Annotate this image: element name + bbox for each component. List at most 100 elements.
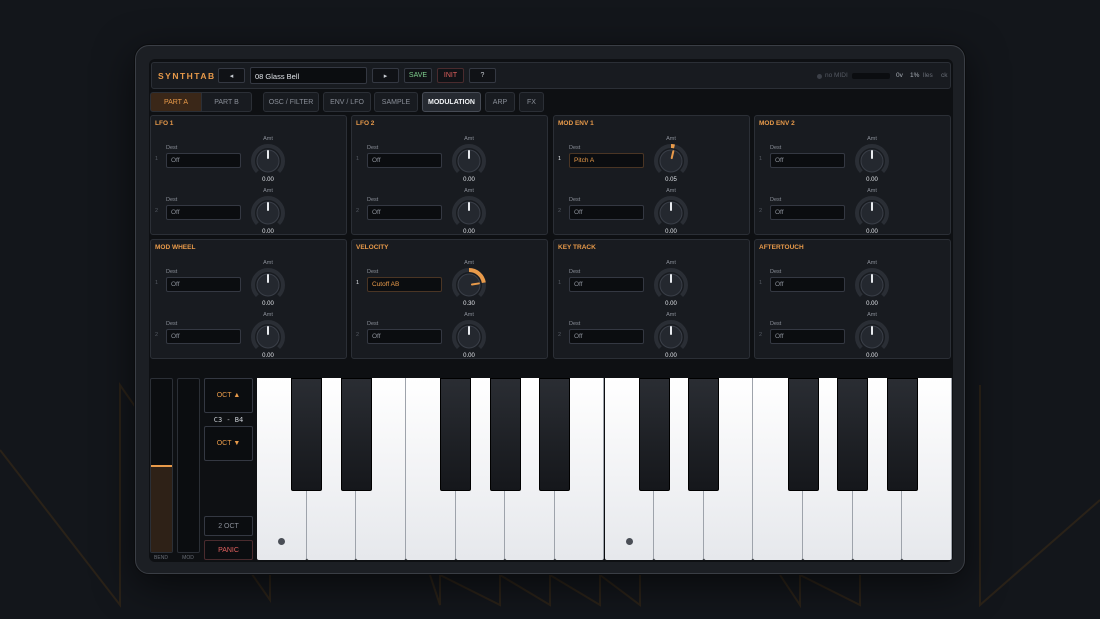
mod-slot: 1 Dest Off Amt 0.00	[352, 136, 549, 186]
slot-number: 1	[356, 156, 360, 162]
dest-label: Dest	[770, 321, 782, 327]
mod-slot: 1 Dest Pitch A Amt 0.05	[554, 136, 751, 186]
dest-select[interactable]: Off	[569, 205, 644, 220]
panic-button[interactable]: PANIC	[204, 540, 253, 560]
black-key[interactable]	[340, 378, 372, 491]
dest-label: Dest	[770, 269, 782, 275]
dest-label: Dest	[367, 145, 379, 151]
amount-knob[interactable]	[250, 266, 286, 302]
next-patch-button[interactable]: ▸	[372, 68, 399, 83]
dest-select[interactable]: Off	[770, 153, 845, 168]
tab-env-lfo[interactable]: ENV / LFO	[323, 92, 371, 112]
octave-span-button[interactable]: 2 OCT	[204, 516, 253, 536]
slot-number: 1	[155, 280, 159, 286]
tab-modulation[interactable]: MODULATION	[422, 92, 481, 112]
amount-knob[interactable]	[451, 318, 487, 354]
dest-select[interactable]: Off	[770, 205, 845, 220]
amount-knob[interactable]	[250, 142, 286, 178]
bend-label: BEND	[154, 555, 168, 561]
mod-slot: 1 Dest Off Amt 0.00	[755, 136, 952, 186]
dest-select[interactable]: Off	[569, 277, 644, 292]
dest-select[interactable]: Off	[166, 205, 241, 220]
mod-slot: 2 Dest Off Amt 0.00	[755, 188, 952, 238]
amount-knob[interactable]	[653, 318, 689, 354]
mod-panel-title: LFO 2	[356, 120, 375, 127]
amount-knob[interactable]	[451, 194, 487, 230]
slot-number: 1	[155, 156, 159, 162]
tab-fx[interactable]: FX	[519, 92, 544, 112]
tab-arp[interactable]: ARP	[485, 92, 515, 112]
amount-knob[interactable]	[653, 266, 689, 302]
black-key[interactable]	[688, 378, 720, 491]
part-b-toggle[interactable]: PART B	[201, 92, 252, 112]
dest-select[interactable]: Off	[367, 329, 442, 344]
top-bar: SYNTHTAB ◂ 08 Glass Bell ▸ SAVE INIT ? n…	[151, 62, 951, 89]
dest-select[interactable]: Cutoff AB	[367, 277, 442, 292]
amount-knob[interactable]	[854, 142, 890, 178]
tab-osc-filter[interactable]: OSC / FILTER	[263, 92, 319, 112]
slot-number: 2	[155, 208, 159, 214]
amount-knob[interactable]	[854, 194, 890, 230]
dest-select[interactable]: Off	[166, 277, 241, 292]
mod-wheel[interactable]	[177, 378, 200, 553]
octave-down-button[interactable]: OCT ▼	[204, 426, 253, 461]
dest-select[interactable]: Off	[367, 205, 442, 220]
dest-label: Dest	[166, 269, 178, 275]
amount-knob[interactable]	[451, 142, 487, 178]
bend-fill	[151, 465, 172, 552]
tablet-frame: SYNTHTAB ◂ 08 Glass Bell ▸ SAVE INIT ? n…	[135, 45, 965, 574]
black-key[interactable]	[638, 378, 670, 491]
octave-range: C3 - B4	[213, 416, 244, 424]
black-key[interactable]	[291, 378, 323, 491]
dest-select[interactable]: Off	[166, 329, 241, 344]
midi-activity-meter	[852, 73, 890, 79]
amount-knob[interactable]	[653, 194, 689, 230]
slot-number: 2	[558, 208, 562, 214]
black-key[interactable]	[837, 378, 869, 491]
piano-keyboard	[257, 378, 952, 560]
amount-knob[interactable]	[854, 318, 890, 354]
octave-up-button[interactable]: OCT ▲	[204, 378, 253, 413]
midi-status: no MIDI	[825, 72, 848, 79]
init-button[interactable]: INIT	[437, 68, 464, 83]
slot-number: 2	[558, 332, 562, 338]
c-key-marker	[278, 538, 285, 545]
help-button[interactable]: ?	[469, 68, 496, 83]
mod-panel-title: AFTERTOUCH	[759, 244, 804, 251]
mod-slot: 2 Dest Off Amt 0.00	[352, 188, 549, 238]
dest-label: Dest	[569, 269, 581, 275]
dest-select[interactable]: Off	[770, 277, 845, 292]
pitch-bend-wheel[interactable]	[150, 378, 173, 553]
dest-select[interactable]: Off	[166, 153, 241, 168]
amount-knob[interactable]	[653, 142, 689, 178]
patch-name-field[interactable]: 08 Glass Bell	[250, 67, 367, 84]
amount-knob[interactable]	[250, 318, 286, 354]
prev-patch-button[interactable]: ◂	[218, 68, 245, 83]
dest-select[interactable]: Off	[770, 329, 845, 344]
dest-label: Dest	[367, 269, 379, 275]
dest-select[interactable]: Pitch A	[569, 153, 644, 168]
mod-slot: 2 Dest Off Amt 0.00	[151, 188, 348, 238]
dest-select[interactable]: Off	[367, 153, 442, 168]
mod-slot: 1 Dest Off Amt 0.00	[755, 260, 952, 310]
black-key[interactable]	[440, 378, 472, 491]
save-button[interactable]: SAVE	[404, 68, 432, 83]
black-key[interactable]	[886, 378, 918, 491]
amount-knob[interactable]	[250, 194, 286, 230]
black-key[interactable]	[787, 378, 819, 491]
black-key[interactable]	[539, 378, 571, 491]
amount-knob[interactable]	[854, 266, 890, 302]
amount-knob[interactable]	[451, 266, 487, 302]
mod-panel: VELOCITY 1 Dest Cutoff AB Amt 0.30 2 Dest Off Amt…	[351, 239, 548, 359]
dest-label: Dest	[770, 145, 782, 151]
mod-panel-title: MOD WHEEL	[155, 244, 196, 251]
voice-count: 0v	[896, 72, 903, 79]
dest-select[interactable]: Off	[569, 329, 644, 344]
part-a-toggle[interactable]: PART A	[150, 92, 202, 112]
dest-label: Dest	[569, 197, 581, 203]
slot-number: 2	[759, 208, 763, 214]
black-key[interactable]	[489, 378, 521, 491]
tab-sample[interactable]: SAMPLE	[374, 92, 418, 112]
tab-bar: PART A PART B OSC / FILTER ENV / LFO SAM…	[149, 92, 953, 112]
slot-number: 2	[155, 332, 159, 338]
